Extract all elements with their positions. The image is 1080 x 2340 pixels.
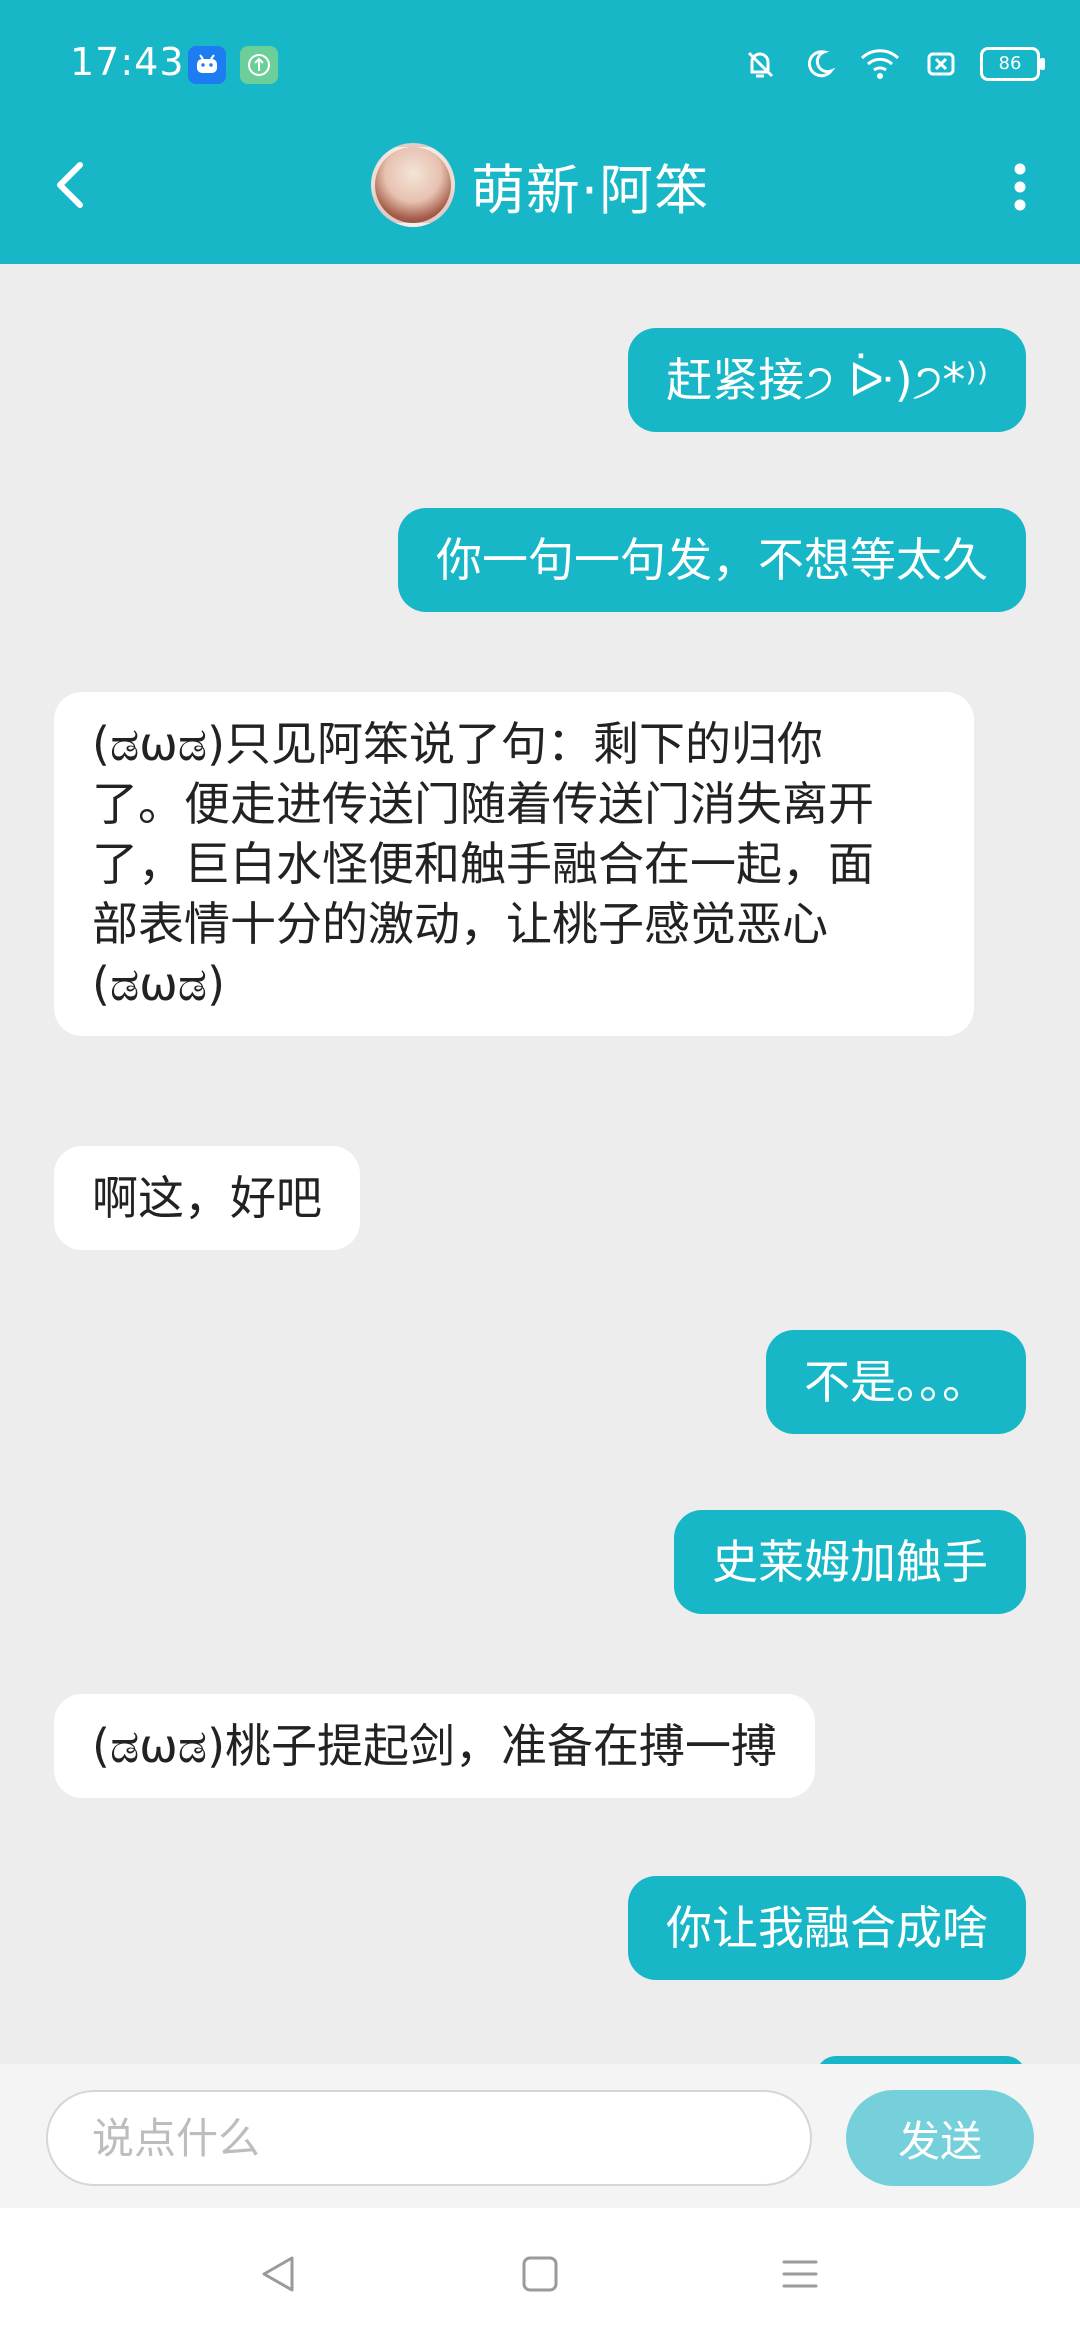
message-input[interactable] xyxy=(46,2090,812,2186)
message-bubble-out: 你一句一句发，不想等太久 xyxy=(398,508,1026,612)
battery-level: 86 xyxy=(998,53,1022,74)
status-icons: 86 xyxy=(740,40,1045,88)
message-bubble-in: 啊这，好吧 xyxy=(54,1146,360,1250)
message-bubble-in: (ಡωಡ)桃子提起剑，准备在搏一搏 xyxy=(54,1694,816,1798)
message-bubble-out-partial xyxy=(816,2056,1026,2064)
nav-back-icon xyxy=(256,2252,300,2296)
message-bubble-out: 你让我融合成啥 xyxy=(628,1876,1026,1980)
vibrate-off-icon xyxy=(740,44,780,84)
moon-icon xyxy=(802,47,836,81)
top-bar: 17:43 86 萌新·阿笨 xyxy=(0,0,1080,264)
nav-back-button[interactable] xyxy=(248,2244,308,2304)
status-bar: 17:43 86 xyxy=(0,0,1080,130)
title-bar: 萌新·阿笨 xyxy=(0,130,1080,264)
android-icon xyxy=(188,46,226,84)
message-bubble-out: 不是。。。 xyxy=(766,1330,1026,1434)
nav-menu-icon xyxy=(778,2252,822,2296)
message-bubble-out: 赶紧接੭ ᐕ)੭*⁾⁾ xyxy=(628,328,1026,432)
chat-title: 萌新·阿笨 xyxy=(470,158,710,222)
message-bubble-out: 史莱姆加触手 xyxy=(674,1510,1026,1614)
chat-title-wrap: 萌新·阿笨 xyxy=(0,137,1080,233)
more-vertical-icon xyxy=(1010,157,1030,217)
send-button[interactable]: 发送 xyxy=(846,2090,1034,2186)
nav-home-icon xyxy=(518,2252,562,2296)
nav-home-button[interactable] xyxy=(510,2244,570,2304)
battery-icon: 86 xyxy=(980,47,1045,81)
status-time: 17:43 xyxy=(70,40,185,84)
upload-icon xyxy=(240,46,278,84)
more-button[interactable] xyxy=(990,152,1050,222)
input-bar: 发送 xyxy=(0,2064,1080,2208)
nav-menu-button[interactable] xyxy=(770,2244,830,2304)
close-box-icon xyxy=(924,47,958,81)
wifi-icon xyxy=(858,46,902,82)
message-bubble-in: (ಡωಡ)只见阿笨说了句：剩下的归你 了。便走进传送门随着传送门消失离开 了，巨… xyxy=(54,692,974,1036)
chat-screen: 17:43 86 萌新·阿笨 赶紧接੭ ᐕ)੭*⁾⁾ 你一句一句发，不想等太久 … xyxy=(0,0,1080,2340)
avatar[interactable] xyxy=(370,143,455,227)
message-list[interactable]: 赶紧接੭ ᐕ)੭*⁾⁾ 你一句一句发，不想等太久 (ಡωಡ)只见阿笨说了句：剩下… xyxy=(0,264,1080,2064)
system-nav-bar xyxy=(0,2208,1080,2340)
